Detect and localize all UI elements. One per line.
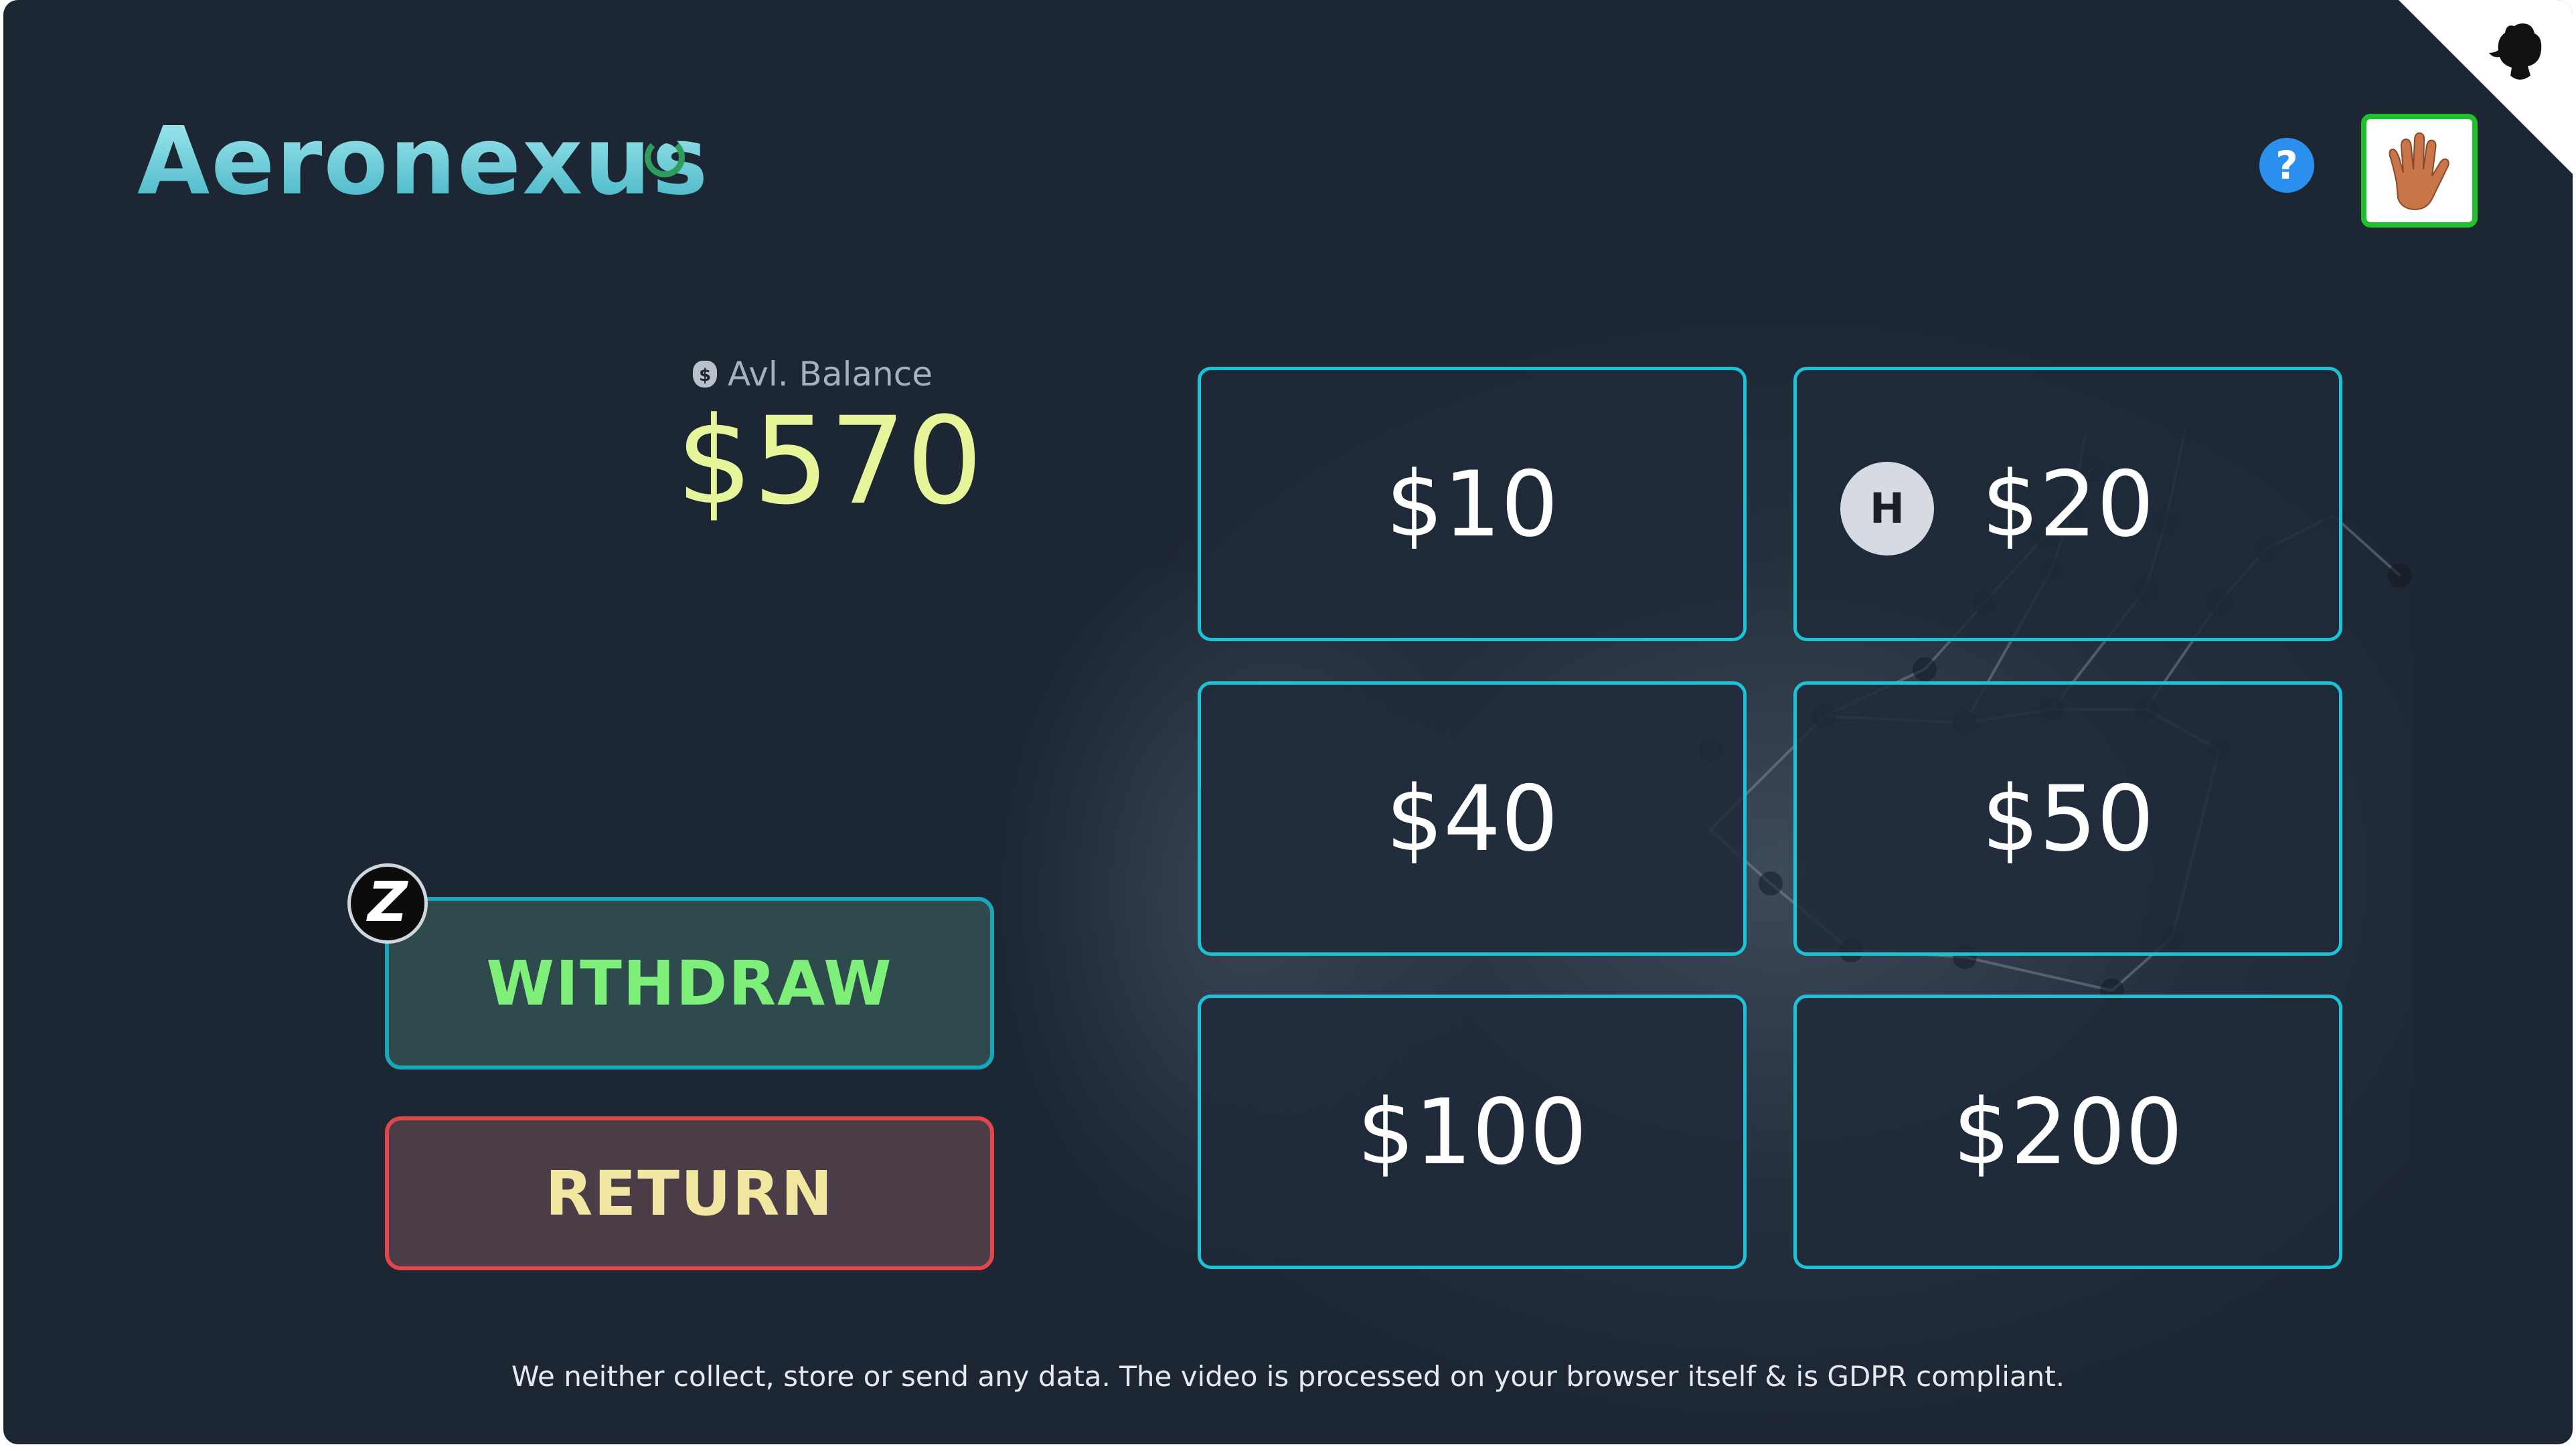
amount-button-100[interactable]: $100 [1198, 995, 1747, 1269]
app-screen: Aeronexus ? $ Avl. Balance $570 WITHDRAW… [3, 0, 2573, 1444]
amount-button-50[interactable]: $50 [1793, 681, 2342, 956]
spinner-icon [645, 137, 685, 177]
z-logo-icon: Z [347, 863, 428, 944]
money-bag-icon: $ [693, 361, 717, 388]
amount-button-40[interactable]: $40 [1198, 681, 1747, 956]
return-button[interactable]: RETURN [385, 1116, 994, 1270]
amount-button-10[interactable]: $10 [1198, 367, 1747, 641]
hover-cursor-badge: H [1840, 462, 1934, 556]
github-corner-icon[interactable] [2399, 0, 2573, 174]
withdraw-button[interactable]: WITHDRAW [385, 897, 994, 1070]
balance-label: $ Avl. Balance [693, 355, 933, 394]
amount-button-200[interactable]: $200 [1793, 995, 2342, 1269]
privacy-notice: We neither collect, store or send any da… [511, 1360, 2065, 1393]
balance-label-text: Avl. Balance [728, 355, 933, 394]
balance-value: $570 [676, 392, 983, 531]
app-logo: Aeronexus [137, 107, 710, 216]
help-icon[interactable]: ? [2259, 138, 2314, 193]
